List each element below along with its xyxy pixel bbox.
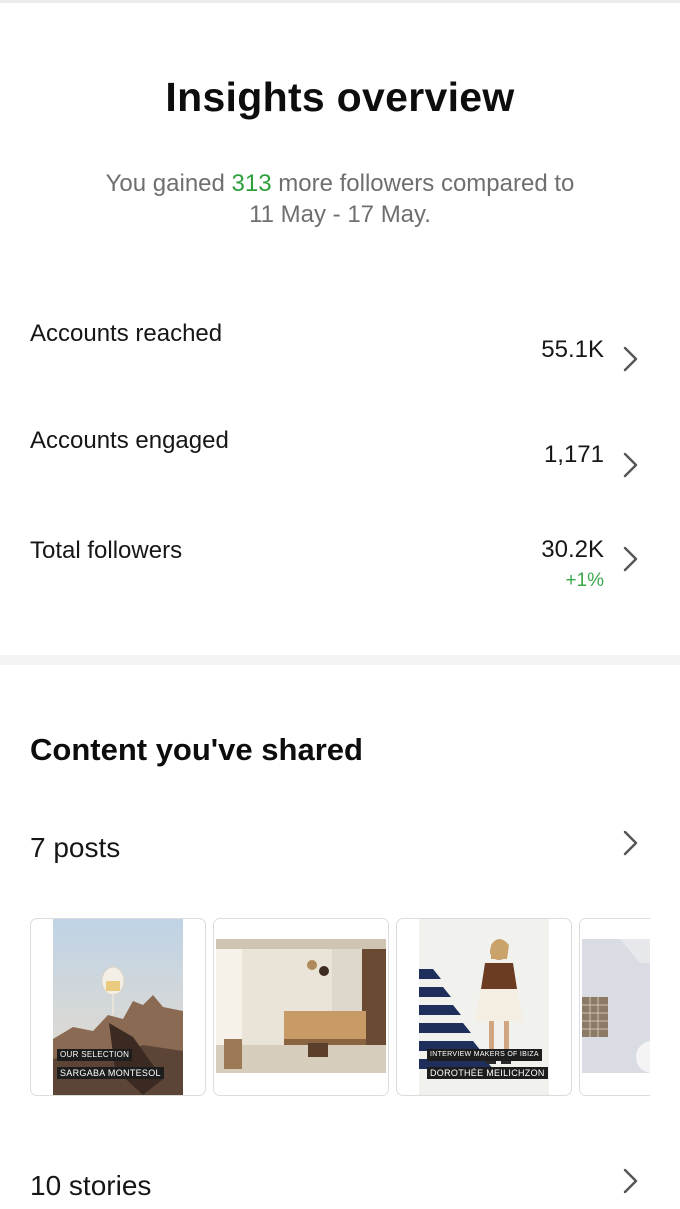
chevron-right-icon	[620, 1166, 642, 1196]
post-caption-tag: OUR SELECTION	[57, 1049, 133, 1061]
metric-label: Accounts reached	[30, 320, 223, 347]
summary-date-range: 11 May - 17 May.	[249, 201, 431, 228]
metric-value: 55.1K	[541, 336, 604, 363]
metric-label: Accounts engaged	[30, 427, 229, 454]
post-caption-title: SARGABA MONTESOL	[57, 1067, 164, 1079]
post-caption-title: DOROTHÉE MEILICHZON	[427, 1067, 548, 1079]
page-title: Insights overview	[165, 74, 515, 120]
content-section-title: Content you've shared	[30, 732, 363, 767]
post-thumbnail[interactable]	[579, 918, 650, 1096]
post-thumbnail-carousel[interactable]: OUR SELECTION SARGABA MONTESOL INTERVIEW…	[30, 918, 650, 1096]
stories-count-label: 10 stories	[30, 1170, 152, 1201]
post-thumbnail[interactable]	[213, 918, 389, 1096]
metric-value: 1,171	[543, 441, 604, 468]
metric-value: 30.2K	[541, 536, 604, 563]
post-image	[580, 919, 650, 1095]
summary-suffix: more followers compared to	[271, 170, 575, 197]
post-thumbnail[interactable]: INTERVIEW MAKERS OF IBIZA DOROTHÉE MEILI…	[396, 918, 572, 1096]
metric-label: Total followers	[30, 537, 183, 564]
chevron-right-icon	[620, 344, 642, 374]
chevron-right-icon	[620, 450, 642, 480]
followers-summary: You gained 313 more followers compared t…	[60, 168, 620, 230]
top-divider	[0, 0, 680, 3]
chevron-right-icon	[620, 828, 642, 858]
post-thumbnail[interactable]: OUR SELECTION SARGABA MONTESOL	[30, 918, 206, 1096]
followers-change-badge: +1%	[565, 570, 604, 591]
chevron-right-icon	[620, 544, 642, 574]
post-caption-tag: INTERVIEW MAKERS OF IBIZA	[427, 1049, 542, 1061]
summary-prefix: You gained	[105, 170, 232, 197]
posts-count-label: 7 posts	[30, 832, 121, 863]
post-image	[214, 919, 388, 1095]
section-divider	[0, 655, 680, 665]
followers-gained-count: 313	[231, 170, 272, 197]
